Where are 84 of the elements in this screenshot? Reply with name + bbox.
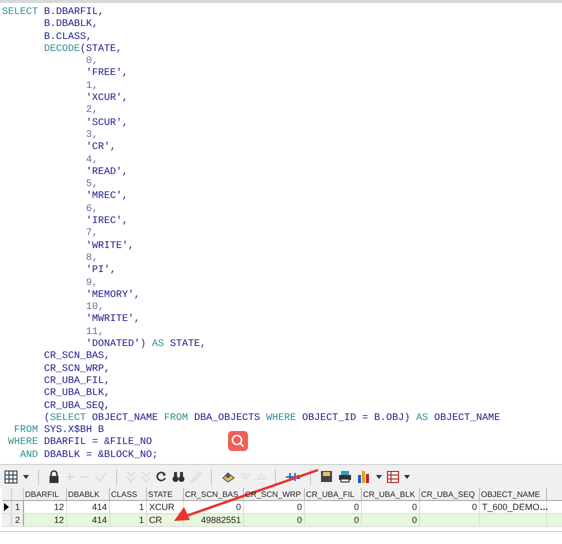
code-line: 2, xyxy=(85,105,98,118)
code-line: 7, xyxy=(85,228,98,240)
code-line: 1, xyxy=(85,80,98,92)
code-line: 'DONATED') AS STATE, xyxy=(85,339,206,351)
more-button[interactable]: … xyxy=(540,501,549,513)
refresh-icon[interactable] xyxy=(156,471,167,482)
column-header[interactable]: STATE xyxy=(148,490,173,499)
code-line: 4, xyxy=(85,154,98,166)
table-cell: 0 xyxy=(354,501,359,513)
table-cell: 12 xyxy=(54,501,64,513)
table-cell: 414 xyxy=(92,501,107,513)
table-cell: T_600_DEMO xyxy=(482,501,540,513)
row-number: 1 xyxy=(12,501,24,513)
code-line: 3, xyxy=(85,130,98,142)
table-row[interactable]: 1 12 414 1 XCUR 0 0 0 0 0 T_600_DEMO… xyxy=(2,501,562,514)
code-line: 'CR', xyxy=(85,142,116,155)
code-line: 9, xyxy=(85,278,98,290)
table-icon[interactable] xyxy=(387,470,399,482)
code-line: 'SCUR', xyxy=(85,118,128,130)
code-line: 'XCUR', xyxy=(85,93,128,105)
table-cell: 49882551 xyxy=(200,514,241,526)
code-line: 10, xyxy=(85,302,104,314)
code-line: 'MWRITE', xyxy=(85,314,140,327)
binoculars-icon[interactable] xyxy=(172,470,185,482)
column-header[interactable]: DBABLK xyxy=(68,490,100,499)
table-cell: 1 xyxy=(138,501,144,513)
column-header[interactable]: CR_UBA_FIL xyxy=(306,490,354,499)
code-line: CR_UBA_FIL, xyxy=(43,376,110,388)
table-cell: 414 xyxy=(92,514,107,526)
code-line: B.CLASS, xyxy=(43,32,92,44)
code-line: 6, xyxy=(85,204,98,216)
column-header[interactable]: DBARFIL xyxy=(25,490,59,499)
code-line: 0, xyxy=(85,56,98,68)
row-indicator xyxy=(2,514,12,526)
code-line: CR_SCN_BAS, xyxy=(43,351,110,364)
code-line: CR_UBA_SEQ, xyxy=(43,400,110,412)
table-cell: 0 xyxy=(354,514,359,526)
code-line: AND DBABLK = &BLOCK_NO; xyxy=(19,450,158,462)
network-icon[interactable] xyxy=(285,470,301,482)
code-line: FROM SYS.X$BH B xyxy=(13,425,104,437)
row-number: 2 xyxy=(12,514,24,526)
lock-icon[interactable] xyxy=(48,470,60,483)
code-line: (SELECT OBJECT_NAME FROM DBA_OBJECTS WHERE OBJECT_ID = B.OBJ) AS OBJECT_NAME xyxy=(43,412,500,424)
table-cell: 0 xyxy=(236,501,241,513)
table-cell: 0 xyxy=(296,501,302,513)
grid-icon[interactable] xyxy=(4,470,18,484)
code-line: 11, xyxy=(85,326,104,338)
code-line: 'MREC', xyxy=(85,191,128,204)
caret-icon[interactable] xyxy=(404,474,410,478)
code-line: CR_UBA_BLK, xyxy=(43,388,110,400)
table-cell: XCUR xyxy=(149,501,175,513)
caret-icon[interactable] xyxy=(23,474,29,478)
code-line: 8, xyxy=(85,252,98,264)
table-cell: CR xyxy=(149,514,162,526)
code-line: DECODE(STATE, xyxy=(43,44,122,56)
code-line: 'MEMORY', xyxy=(85,290,140,302)
code-line: SELECT B.DBARFIL, xyxy=(2,7,104,19)
table-cell: 1 xyxy=(138,514,144,526)
code-line: 5, xyxy=(85,179,98,190)
code-line: 'READ', xyxy=(85,166,128,179)
table-cell: 12 xyxy=(54,514,64,526)
code-line: 'IREC', xyxy=(85,216,128,228)
code-line: CR_SCN_WRP, xyxy=(43,364,110,376)
caret-icon[interactable] xyxy=(376,474,382,478)
save-icon[interactable] xyxy=(320,470,333,483)
table-row[interactable]: 2 12 414 1 CR 49882551 0 0 0 xyxy=(2,514,562,527)
column-header[interactable]: OBJECT_NAME xyxy=(481,490,540,499)
code-line: 'FREE', xyxy=(85,68,128,81)
column-header[interactable]: CR_UBA_SEQ xyxy=(421,490,475,499)
column-header[interactable]: CR_SCN_BAS xyxy=(185,490,238,499)
table-cell: 0 xyxy=(472,501,477,513)
code-line: B.DBABLK, xyxy=(43,19,98,32)
column-header[interactable]: CR_SCN_WRP xyxy=(245,490,302,499)
table-cell: 0 xyxy=(412,514,417,526)
code-line: WHERE DBARFIL = &FILE_NO xyxy=(7,437,152,450)
table-cell: 0 xyxy=(296,514,302,526)
table-cell: 0 xyxy=(412,501,417,513)
search-icon[interactable] xyxy=(228,431,248,451)
code-line: 'WRITE', xyxy=(85,240,134,253)
print-icon[interactable] xyxy=(338,470,352,483)
bar-chart-icon[interactable] xyxy=(357,470,371,483)
column-header[interactable]: CLASS xyxy=(111,490,138,499)
column-header[interactable]: CR_UBA_BLK xyxy=(363,490,416,499)
code-line: 'PI', xyxy=(85,265,116,278)
